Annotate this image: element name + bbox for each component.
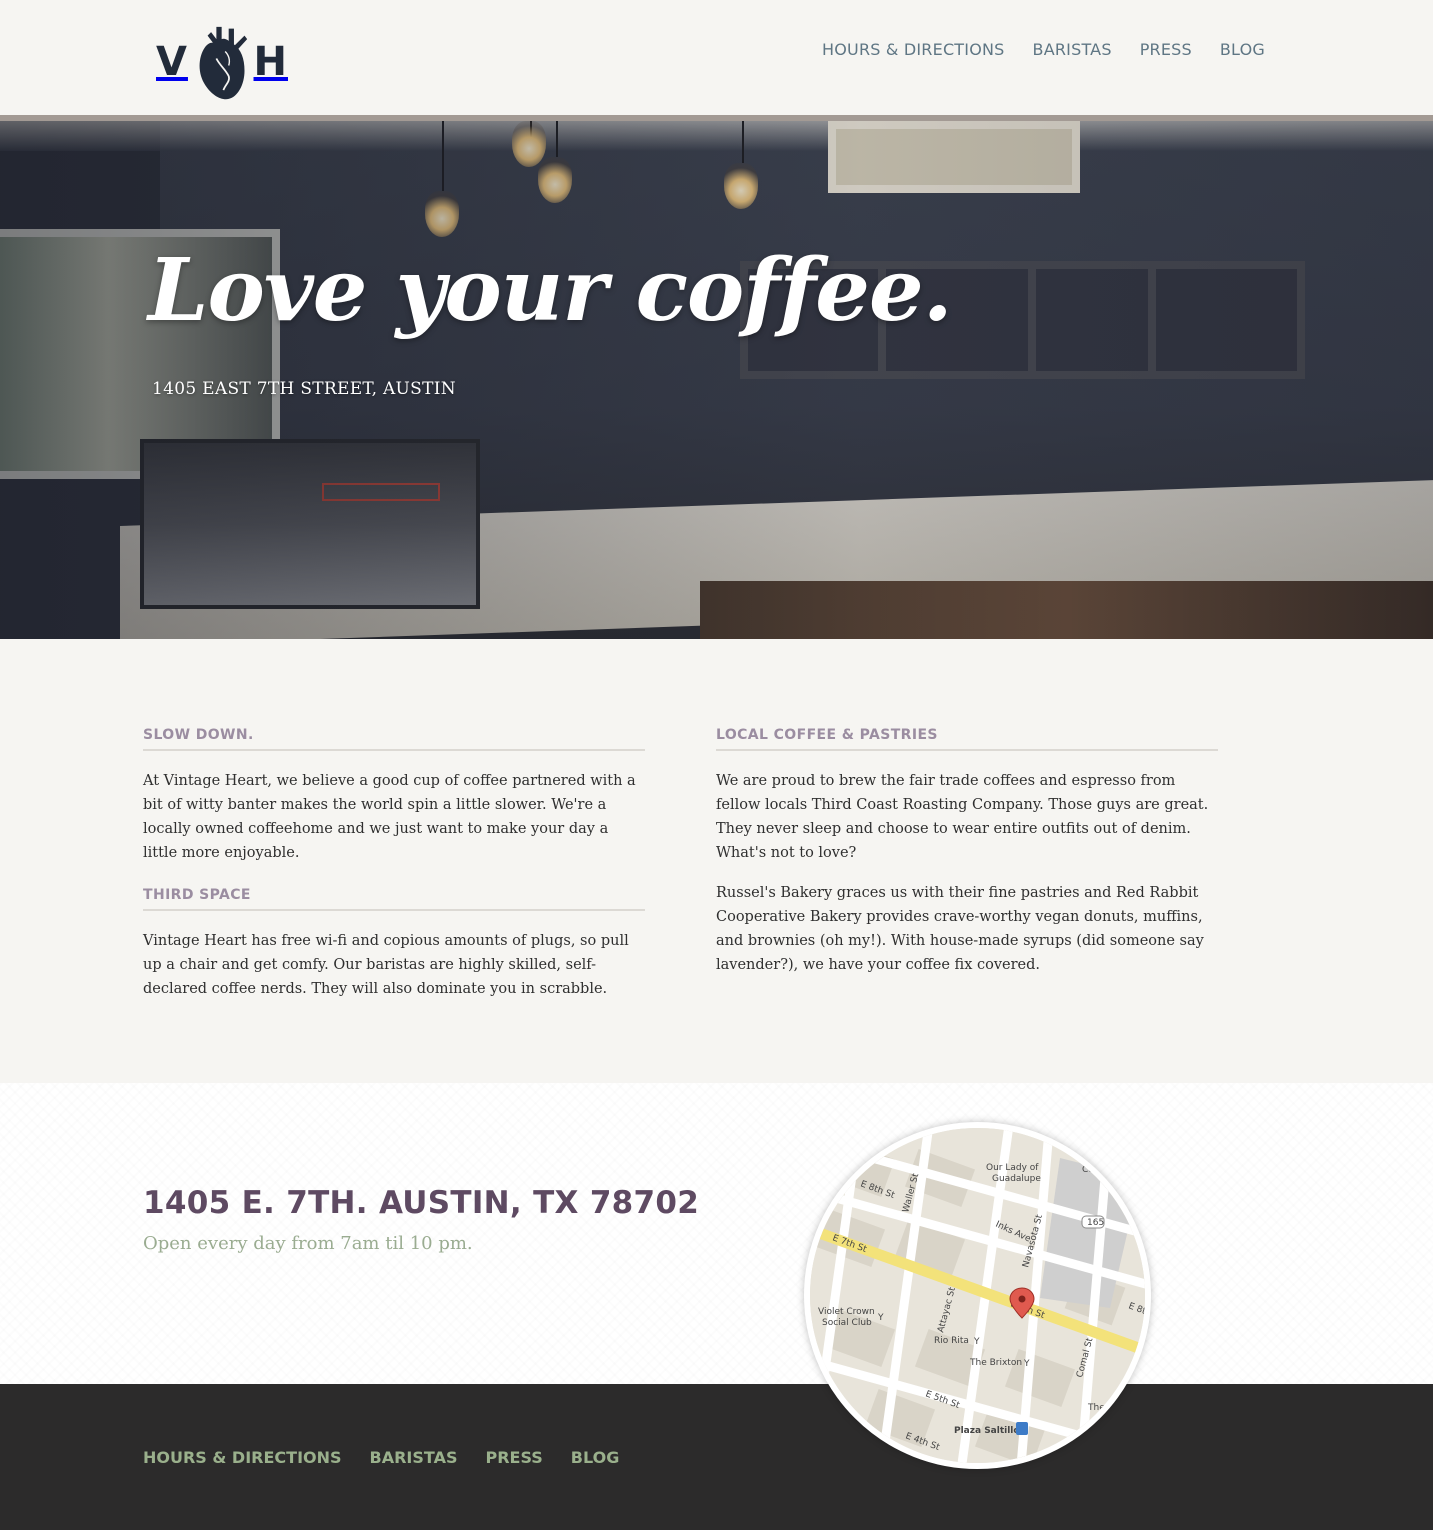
map-label-violet-1: Violet Crown: [818, 1307, 875, 1317]
bar-icon: Y: [877, 1313, 884, 1323]
section-body-pastries: Russel's Bakery graces us with their fin…: [716, 885, 1204, 973]
footer-nav-blog[interactable]: BLOG: [571, 1448, 620, 1467]
content-right-column: LOCAL COFFEE & PASTRIES We are proud to …: [716, 727, 1218, 993]
nav-hours-directions[interactable]: HOURS & DIRECTIONS: [822, 40, 1005, 59]
hero-title: Love your coffee.: [148, 240, 953, 341]
footer-nav: HOURS & DIRECTIONS BARISTAS PRESS BLOG: [143, 1448, 619, 1467]
footer-nav-hours-directions[interactable]: HOURS & DIRECTIONS: [143, 1448, 342, 1467]
map-label-church-2: Guadalupe: [992, 1174, 1041, 1184]
section-title-slow-down: SLOW DOWN.: [143, 727, 645, 751]
map-graphic: E 7th St E 7th St E 8th St E 8th E 5th S…: [810, 1128, 1145, 1463]
nav-press[interactable]: PRESS: [1140, 40, 1192, 59]
section-title-third-space: THIRD SPACE: [143, 887, 645, 911]
footer-nav-press[interactable]: PRESS: [485, 1448, 542, 1467]
section-body-slow-down: At Vintage Heart, we believe a good cup …: [143, 773, 636, 861]
map-label-brixton: The Brixton: [969, 1358, 1022, 1368]
logo-letter-h: H: [253, 39, 288, 85]
main-nav: HOURS & DIRECTIONS BARISTAS PRESS BLOG: [822, 40, 1265, 59]
section-title-local-coffee: LOCAL COFFEE & PASTRIES: [716, 727, 1218, 751]
hero-address: 1405 EAST 7TH STREET, AUSTIN: [152, 379, 456, 399]
footer-nav-baristas[interactable]: BARISTAS: [370, 1448, 458, 1467]
section-body-coffee: We are proud to brew the fair trade coff…: [716, 773, 1209, 861]
map-label-church-1: Our Lady of: [986, 1163, 1039, 1173]
map-label-co: Co: [1082, 1165, 1094, 1175]
location-hours: Open every day from 7am til 10 pm.: [143, 1233, 473, 1254]
nav-baristas[interactable]: BARISTAS: [1033, 40, 1112, 59]
location-address: 1405 E. 7TH. AUSTIN, TX 78702: [143, 1185, 700, 1221]
logo-letter-v: V: [156, 39, 188, 85]
map-label-rio-rita: Rio Rita: [934, 1336, 969, 1346]
map-label-violet-2: Social Club: [822, 1318, 872, 1328]
nav-blog[interactable]: BLOG: [1220, 40, 1265, 59]
logo[interactable]: V H: [156, 14, 288, 110]
site-header: V H HOURS & DIRECTIONS BARISTAS PRESS BL…: [0, 0, 1433, 115]
transit-icon: [1016, 1422, 1028, 1435]
content-left-column: SLOW DOWN. At Vintage Heart, we believe …: [143, 727, 645, 1017]
anatomical-heart-icon: [199, 26, 248, 100]
section-body-third-space: Vintage Heart has free wi-fi and copious…: [143, 933, 629, 997]
map-label-plaza: Plaza Saltillo: [954, 1426, 1020, 1436]
bar-icon: Y: [973, 1337, 980, 1347]
map-label-route: 165: [1087, 1218, 1104, 1228]
location-map[interactable]: E 7th St E 7th St E 8th St E 8th E 5th S…: [804, 1122, 1151, 1469]
bar-icon: Y: [1023, 1359, 1030, 1369]
